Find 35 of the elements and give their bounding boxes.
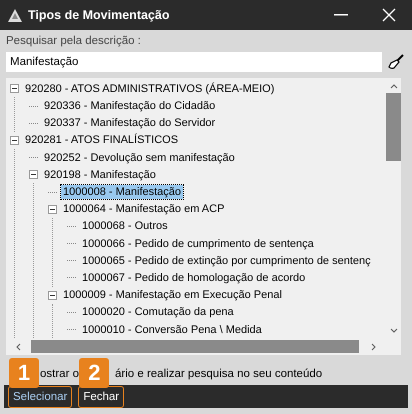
option-text: ostrar o	[40, 368, 79, 380]
option-text: ário e realizar pesquisa no seu conteúdo	[115, 368, 322, 380]
scroll-up-icon[interactable]	[390, 83, 398, 90]
step-badge: 2	[79, 358, 110, 388]
collapse-icon[interactable]	[48, 290, 57, 300]
tree-item[interactable]: 1000010 - Conversão Pena \ Medida	[80, 322, 264, 336]
minimize-icon	[334, 14, 348, 16]
collapse-icon[interactable]	[10, 136, 19, 145]
search-label: Pesquisar pela descrição :	[6, 34, 142, 48]
search-field[interactable]: Manifestação	[6, 52, 382, 72]
tree-item[interactable]: 920281 - ATOS FINALÍSTICOS	[23, 133, 180, 148]
tree-item[interactable]: 1000009 - Manifestação em Execução Penal	[61, 288, 284, 302]
window-title: Tipos de Movimentação	[28, 8, 170, 22]
scroll-down-icon[interactable]	[390, 328, 398, 334]
tree-item[interactable]: 1000067 - Pedido de homologação de acordo	[80, 270, 308, 285]
brush-icon[interactable]	[388, 54, 404, 70]
scroll-left-icon[interactable]	[15, 342, 21, 351]
tree-item[interactable]: 920280 - ATOS ADMINISTRATIVOS (ÁREA-MEIO)	[23, 82, 276, 96]
collapse-icon[interactable]	[29, 170, 38, 180]
step-badge: 1	[9, 358, 39, 388]
app-logo-icon	[8, 8, 22, 22]
tree-item[interactable]: 1000008 - Manifestação	[61, 185, 184, 199]
tree-item[interactable]: 1000064 - Manifestação em ACP	[61, 202, 226, 216]
tree-item[interactable]: 920336 - Manifestação do Cidadão	[42, 99, 218, 114]
collapse-icon[interactable]	[10, 84, 19, 94]
close-icon	[382, 8, 396, 22]
tree-item[interactable]: 1000068 - Outros	[80, 219, 170, 234]
tree-item[interactable]: 920337 - Manifestação do Servidor	[42, 116, 218, 130]
scroll-right-icon[interactable]	[371, 342, 377, 351]
collapse-icon[interactable]	[48, 204, 57, 214]
tree-item[interactable]: 920252 - Devolução sem manifestação	[42, 150, 237, 165]
tree-item[interactable]: 1000065 - Pedido de extinção por cumprimento de sentenç	[80, 254, 373, 268]
tree-item[interactable]: 1000020 - Comutação da pena	[80, 305, 236, 320]
tree-item[interactable]: 920198 - Manifestação	[42, 168, 158, 182]
tree-item[interactable]: 1000066 - Pedido de cumprimento de sentença	[80, 236, 316, 251]
